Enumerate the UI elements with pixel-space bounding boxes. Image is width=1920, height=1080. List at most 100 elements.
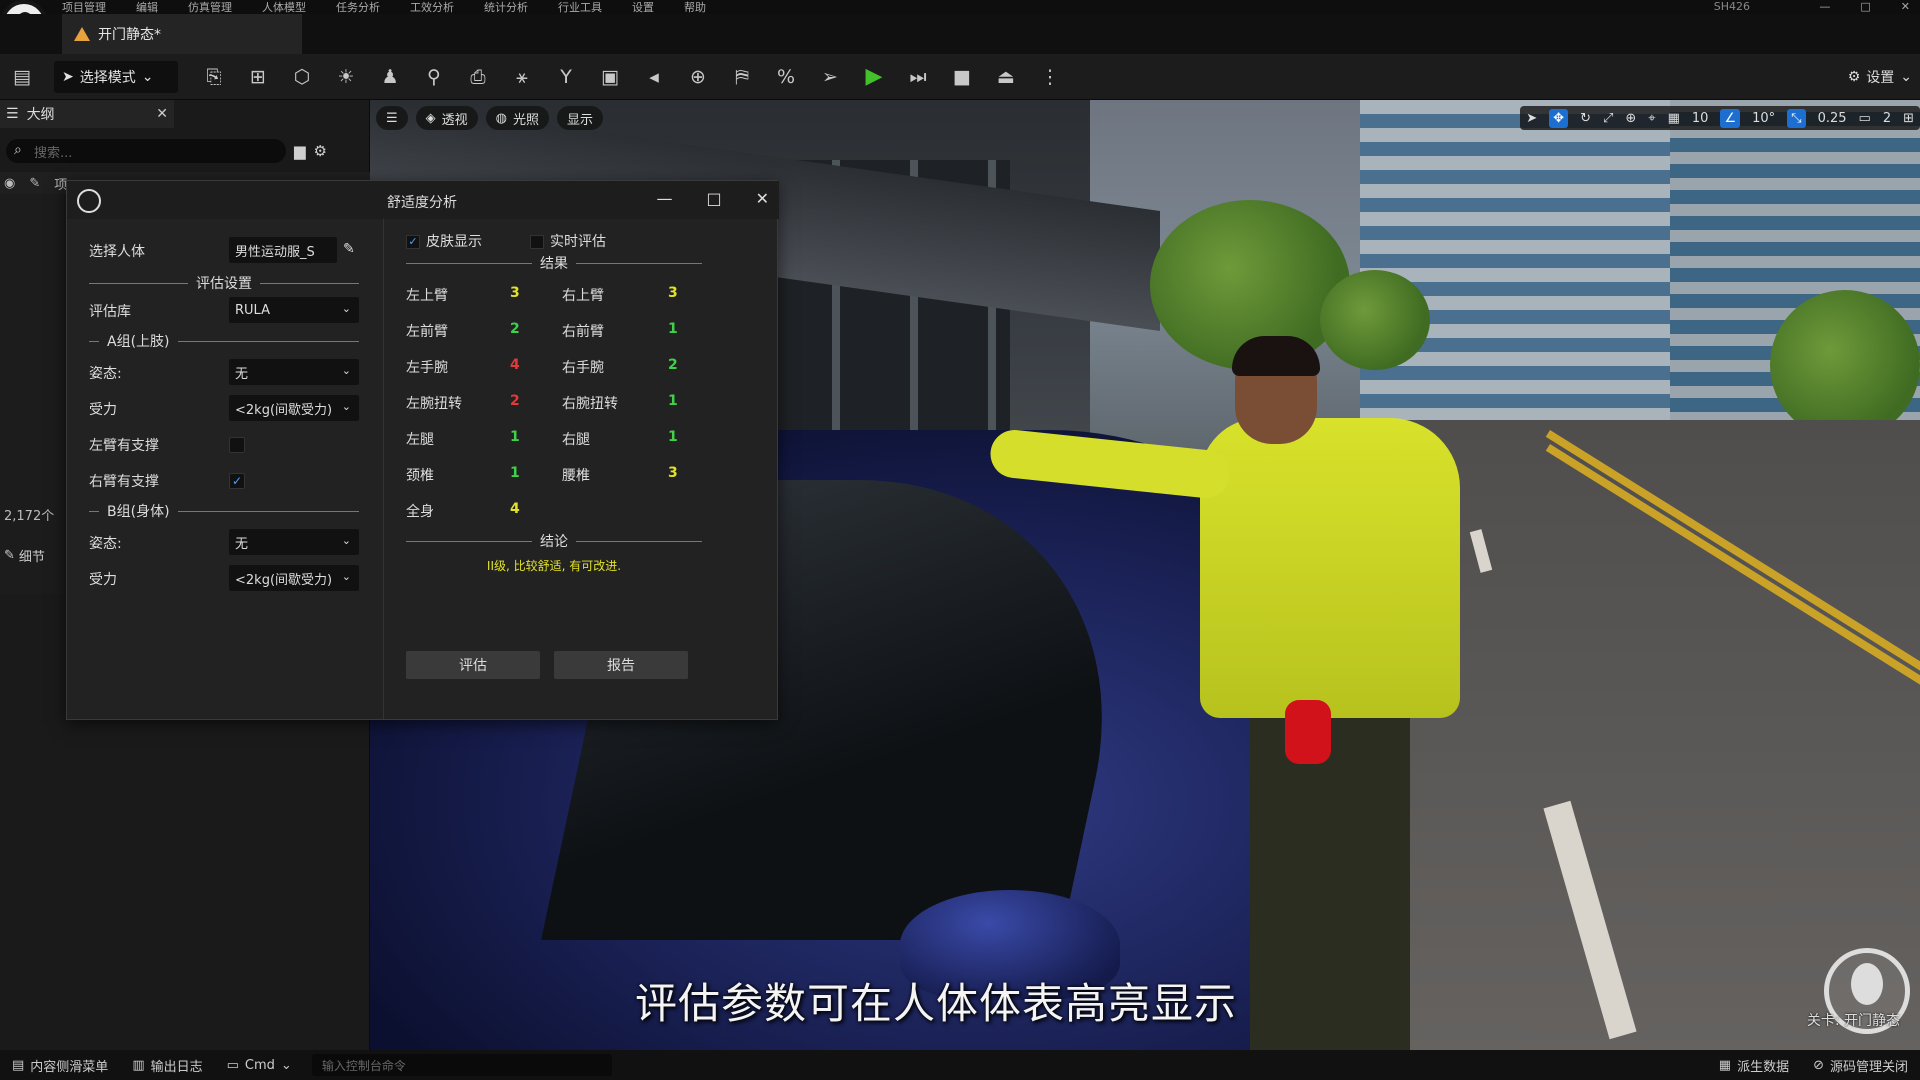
send-icon[interactable]: ➢: [808, 60, 852, 94]
lighting-button[interactable]: ◍ 光照: [485, 106, 550, 130]
world-icon[interactable]: ⊕: [1625, 111, 1636, 126]
pin-icon[interactable]: ✎: [29, 176, 40, 191]
level-label: 关卡: 开门静态: [1806, 1013, 1900, 1029]
result-score: 1: [668, 429, 678, 445]
eyedropper-icon[interactable]: ✎: [343, 241, 361, 259]
measure-icon[interactable]: ⛿: [720, 60, 764, 94]
dialog-title-bar[interactable]: 舒适度分析 — □ ✕: [67, 181, 779, 219]
close-icon[interactable]: ✕: [156, 106, 168, 122]
grid-snap-value[interactable]: 10: [1692, 111, 1709, 126]
layout-icon[interactable]: ⊞: [1903, 111, 1914, 126]
mode-select[interactable]: ➤ 选择模式 ⌄: [54, 60, 178, 93]
source-control-button[interactable]: ⊘ 源码管理关闭: [1801, 1050, 1920, 1080]
minimize-icon[interactable]: —: [656, 189, 672, 208]
minimize-icon[interactable]: —: [1819, 0, 1830, 13]
a-force-select[interactable]: <2kg(间歇受力) ⌄: [229, 395, 359, 421]
scale-snap-value[interactable]: 0.25: [1818, 111, 1847, 126]
tab-details[interactable]: ✎ 细节: [0, 542, 64, 568]
surface-snap-icon[interactable]: ⌖: [1648, 111, 1655, 126]
play-icon[interactable]: ▶: [852, 60, 896, 94]
skin-display-option[interactable]: ✓ 皮肤显示: [406, 231, 482, 251]
tab-level[interactable]: 开门静态*: [62, 14, 302, 54]
menu-item-help[interactable]: 帮助: [684, 0, 706, 15]
translate-icon[interactable]: ✥: [1549, 108, 1569, 128]
evaluate-button[interactable]: 评估: [406, 651, 540, 679]
menu-item-human-model[interactable]: 人体模型: [262, 0, 306, 15]
geometry-icon[interactable]: ⬡: [280, 60, 324, 94]
settings-button[interactable]: ⚙ 设置 ⌄: [1848, 60, 1912, 94]
percent-icon[interactable]: %: [764, 60, 808, 94]
content-drawer-button[interactable]: ▤ 内容侧滑菜单: [0, 1050, 120, 1080]
reach-icon[interactable]: Y: [544, 60, 588, 94]
scale-icon[interactable]: ⤢: [1603, 111, 1613, 126]
angle-snap-icon[interactable]: ∠: [1720, 108, 1741, 128]
camera-icon[interactable]: ▣: [588, 60, 632, 94]
b-force-select[interactable]: <2kg(间歇受力) ⌄: [229, 565, 359, 591]
report-button[interactable]: 报告: [554, 651, 688, 679]
maximize-icon[interactable]: □: [1860, 0, 1870, 13]
cmd-select[interactable]: ▭ Cmd ⌄: [215, 1050, 304, 1080]
steering-icon[interactable]: ⊕: [676, 60, 720, 94]
menu-item-project[interactable]: 项目管理: [62, 0, 106, 15]
realtime-eval-checkbox[interactable]: [530, 235, 544, 249]
b-posture-select[interactable]: 无 ⌄: [229, 529, 359, 555]
walk-icon[interactable]: ⚹: [500, 60, 544, 94]
gear-icon[interactable]: ⚙: [314, 142, 327, 160]
folder-icon[interactable]: ▆: [294, 142, 306, 160]
result-label: 左腕扭转: [406, 396, 462, 412]
step-icon[interactable]: ⏭: [896, 60, 940, 94]
eval-lib-select[interactable]: RULA ⌄: [229, 297, 359, 323]
divider: [89, 340, 99, 342]
scale-snap-icon[interactable]: ⤡: [1787, 108, 1806, 128]
menu-item-industry-tools[interactable]: 行业工具: [558, 0, 602, 15]
more-icon[interactable]: ⋮: [1028, 60, 1072, 94]
skin-display-checkbox[interactable]: ✓: [406, 235, 420, 249]
maximize-icon[interactable]: □: [706, 189, 721, 208]
tab-outliner[interactable]: ☰ 大纲 ✕: [0, 100, 174, 128]
derived-data-label: 派生数据: [1737, 1059, 1790, 1075]
eye-icon[interactable]: ◉: [4, 176, 15, 191]
search-input[interactable]: ⌕ 搜索...: [6, 139, 286, 163]
divider: [406, 540, 532, 542]
human-icon[interactable]: ♟: [368, 60, 412, 94]
right-arm-support-checkbox[interactable]: ✓: [229, 473, 245, 489]
console-input[interactable]: 输入控制台命令: [311, 1054, 612, 1076]
output-log-label: 输出日志: [150, 1059, 203, 1075]
audio-icon[interactable]: ◂: [632, 60, 676, 94]
menu-item-ergonomics[interactable]: 工效分析: [410, 0, 454, 15]
status-bar: ▤ 内容侧滑菜单 ▥ 输出日志 ▭ Cmd ⌄ 输入控制台命令 ▦ 派生数据 ⊘…: [0, 1050, 1920, 1080]
angle-snap-value[interactable]: 10°: [1752, 111, 1775, 126]
tab-title: 开门静态*: [98, 27, 161, 43]
camera-speed-value[interactable]: 2: [1883, 111, 1891, 126]
left-arm-support-checkbox[interactable]: [229, 437, 245, 453]
outliner-tree[interactable]: [0, 194, 64, 594]
menu-item-simulation[interactable]: 仿真管理: [188, 0, 232, 15]
select-icon[interactable]: ➤: [1526, 111, 1537, 126]
a-posture-select[interactable]: 无 ⌄: [229, 359, 359, 385]
save-icon[interactable]: ▤: [0, 60, 44, 94]
menu-item-edit[interactable]: 编辑: [136, 0, 158, 15]
posture-icon[interactable]: ⚲: [412, 60, 456, 94]
output-log-button[interactable]: ▥ 输出日志: [120, 1050, 214, 1080]
close-icon[interactable]: ✕: [1901, 0, 1910, 13]
light-icon[interactable]: ☀: [324, 60, 368, 94]
camera-speed-icon[interactable]: ▭: [1859, 111, 1871, 126]
menu-item-task-analysis[interactable]: 任务分析: [336, 0, 380, 15]
document-icon[interactable]: ⎙: [456, 60, 500, 94]
realtime-eval-option[interactable]: 实时评估: [530, 231, 606, 251]
stop-icon[interactable]: ■: [940, 60, 984, 94]
menu-item-statistics[interactable]: 统计分析: [484, 0, 528, 15]
video-subtitle: 评估参数可在人体体表高亮显示: [635, 979, 1238, 1028]
derived-data-button[interactable]: ▦ 派生数据: [1707, 1050, 1801, 1080]
perspective-button[interactable]: ◈ 透视: [415, 106, 478, 130]
select-human-field[interactable]: 男性运动服_S: [229, 237, 337, 263]
fbx-import-icon[interactable]: ⊞: [236, 60, 280, 94]
rotate-icon[interactable]: ↻: [1580, 111, 1591, 126]
show-button[interactable]: 显示: [557, 106, 604, 130]
cad-import-icon[interactable]: ⎘: [192, 60, 236, 94]
menu-item-settings[interactable]: 设置: [632, 0, 654, 15]
grid-icon[interactable]: ▦: [1668, 111, 1680, 126]
close-icon[interactable]: ✕: [756, 189, 769, 208]
viewport-menu-button[interactable]: ☰: [376, 106, 408, 130]
eject-icon[interactable]: ⏏: [984, 60, 1028, 94]
